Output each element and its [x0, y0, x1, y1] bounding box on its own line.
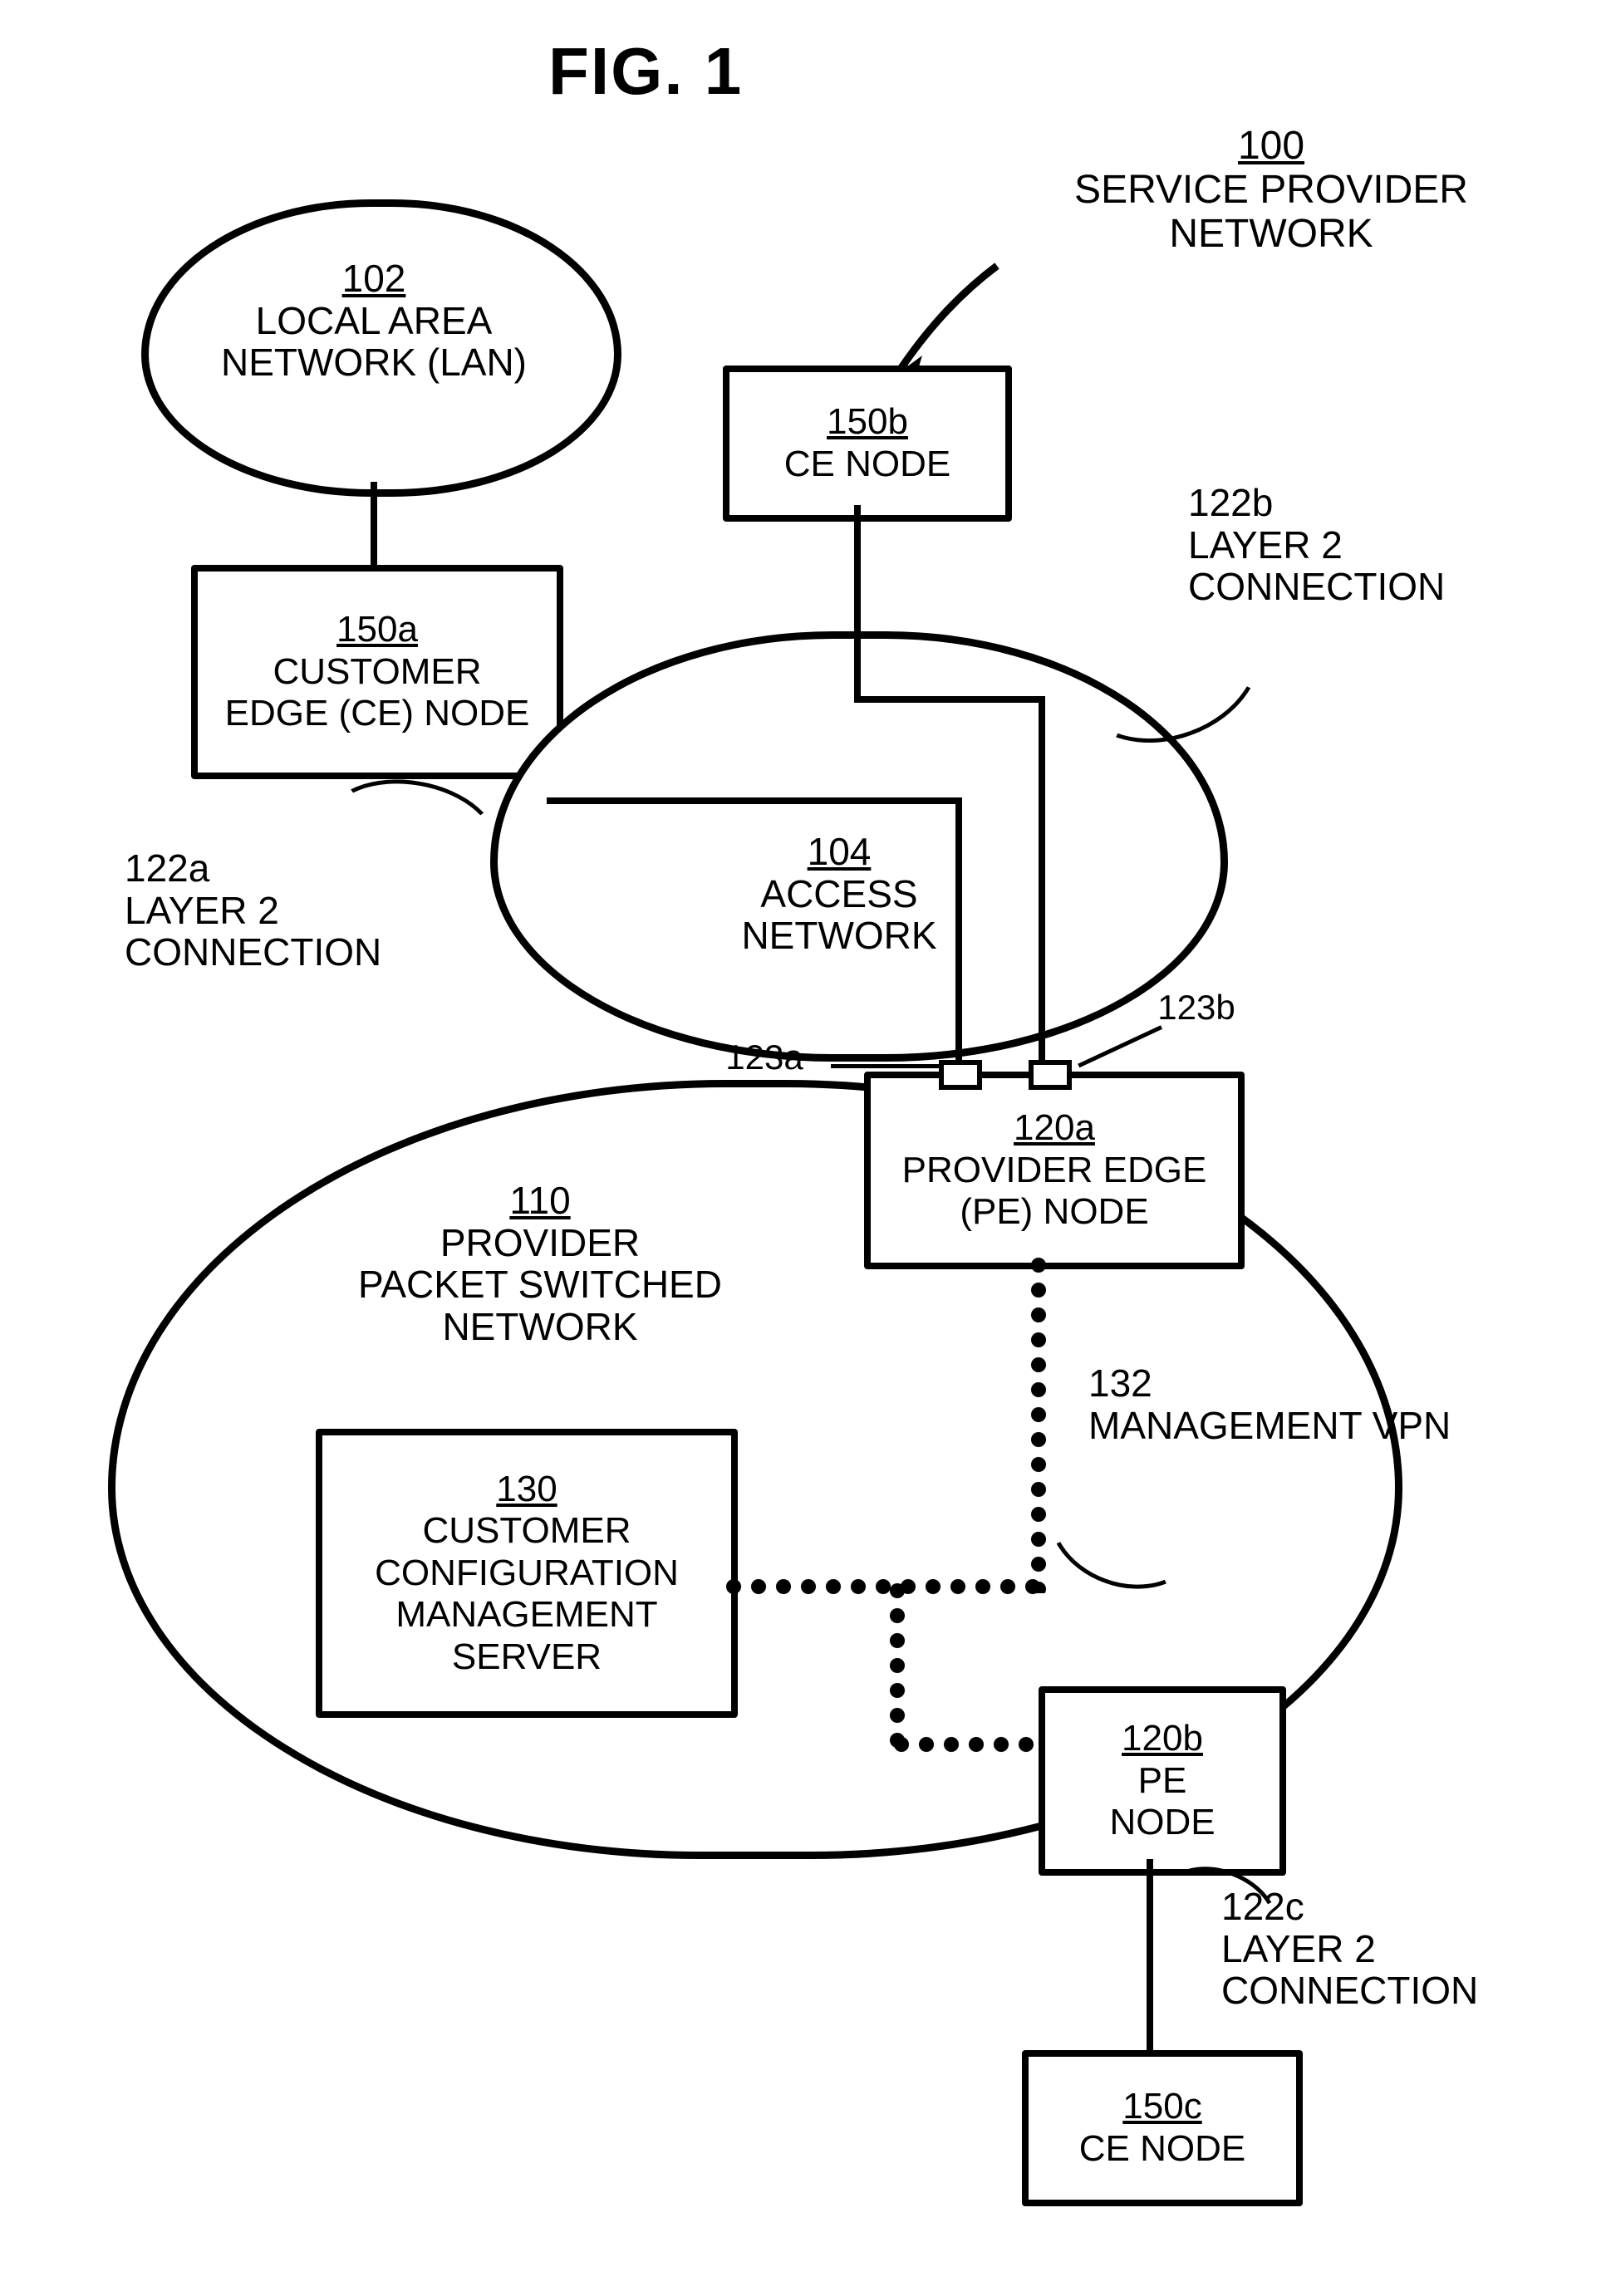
label-123b-num: 123b [1157, 988, 1235, 1027]
mvpn-seg2 [721, 1578, 1047, 1595]
box-pe-b: 120b PE NODE [1039, 1686, 1286, 1876]
box-pe-a: 120a PROVIDER EDGE (PE) NODE [864, 1072, 1245, 1269]
ce-c-text: CE NODE [1079, 2128, 1245, 2171]
label-122a-num: 122a [125, 846, 209, 890]
mvpn-seg3 [889, 1578, 906, 1753]
leader-123a [831, 1064, 939, 1068]
ppsn-label: 110 PROVIDER PACKET SWITCHED NETWORK [316, 1180, 764, 1347]
label-mvpn-text: MANAGEMENT VPN [1088, 1404, 1451, 1447]
pe-a-text: PROVIDER EDGE (PE) NODE [902, 1150, 1207, 1234]
lan-label: 102 LOCAL AREA NETWORK (LAN) [208, 258, 540, 384]
callout-100-num: 100 [1238, 125, 1304, 169]
access-text: ACCESS NETWORK [741, 872, 936, 958]
ppsn-text: PROVIDER PACKET SWITCHED NETWORK [358, 1221, 722, 1348]
lan-num: 102 [342, 258, 406, 300]
box-ce-c: 150c CE NODE [1022, 2050, 1303, 2206]
label-mvpn-num: 132 [1088, 1361, 1152, 1405]
port-123a [939, 1060, 982, 1090]
label-122b-text: LAYER 2 CONNECTION [1188, 523, 1445, 609]
box-ccms: 130 CUSTOMER CONFIGURATION MANAGEMENT SE… [316, 1429, 738, 1718]
ce-c-num: 150c [1122, 2086, 1201, 2128]
box-ce-b: 150b CE NODE [723, 365, 1012, 522]
label-122b-num: 122b [1188, 481, 1273, 524]
callout-100-text: SERVICE PROVIDER NETWORK [1074, 168, 1468, 256]
callout-service-provider-network: 100 SERVICE PROVIDER NETWORK [1014, 125, 1529, 256]
label-123a-num: 123a [725, 1038, 803, 1077]
access-num: 104 [808, 831, 872, 873]
label-123b: 123b [1130, 989, 1263, 1027]
link-122a-h [547, 797, 962, 804]
access-label: 104 ACCESS NETWORK [690, 831, 989, 957]
label-123a: 123a [690, 1038, 839, 1077]
figure-title: FIG. 1 [548, 33, 743, 110]
link-122b-v2-to-pe [1039, 696, 1045, 1072]
label-122a-text: LAYER 2 CONNECTION [125, 889, 381, 974]
mvpn-seg1 [1030, 1253, 1047, 1593]
pe-a-num: 120a [1014, 1107, 1095, 1150]
ce-b-num: 150b [827, 401, 908, 444]
lan-text: LOCAL AREA NETWORK (LAN) [221, 299, 527, 385]
port-123b [1029, 1060, 1072, 1090]
label-122b: 122b LAYER 2 CONNECTION [1188, 482, 1487, 608]
pe-b-num: 120b [1122, 1718, 1203, 1760]
link-122b-h [854, 696, 1045, 703]
label-mvpn: 132 MANAGEMENT VPN [1088, 1362, 1487, 1446]
box-ce-a: 150a CUSTOMER EDGE (CE) NODE [191, 565, 563, 779]
ccms-text: CUSTOMER CONFIGURATION MANAGEMENT SERVER [375, 1510, 679, 1678]
ce-a-text: CUSTOMER EDGE (CE) NODE [225, 651, 530, 735]
pe-b-text: PE NODE [1109, 1760, 1215, 1844]
mvpn-seg4 [889, 1736, 1047, 1753]
ce-b-text: CE NODE [784, 444, 950, 486]
link-122b-v1 [854, 505, 861, 696]
leader-123b [1078, 1025, 1162, 1067]
ppsn-num: 110 [509, 1180, 570, 1222]
link-122a-v-to-pe [955, 797, 962, 1072]
ccms-num: 130 [496, 1469, 557, 1511]
ce-a-num: 150a [336, 609, 418, 651]
link-lan-to-ce-a [371, 482, 377, 565]
link-122c [1147, 1859, 1153, 2050]
